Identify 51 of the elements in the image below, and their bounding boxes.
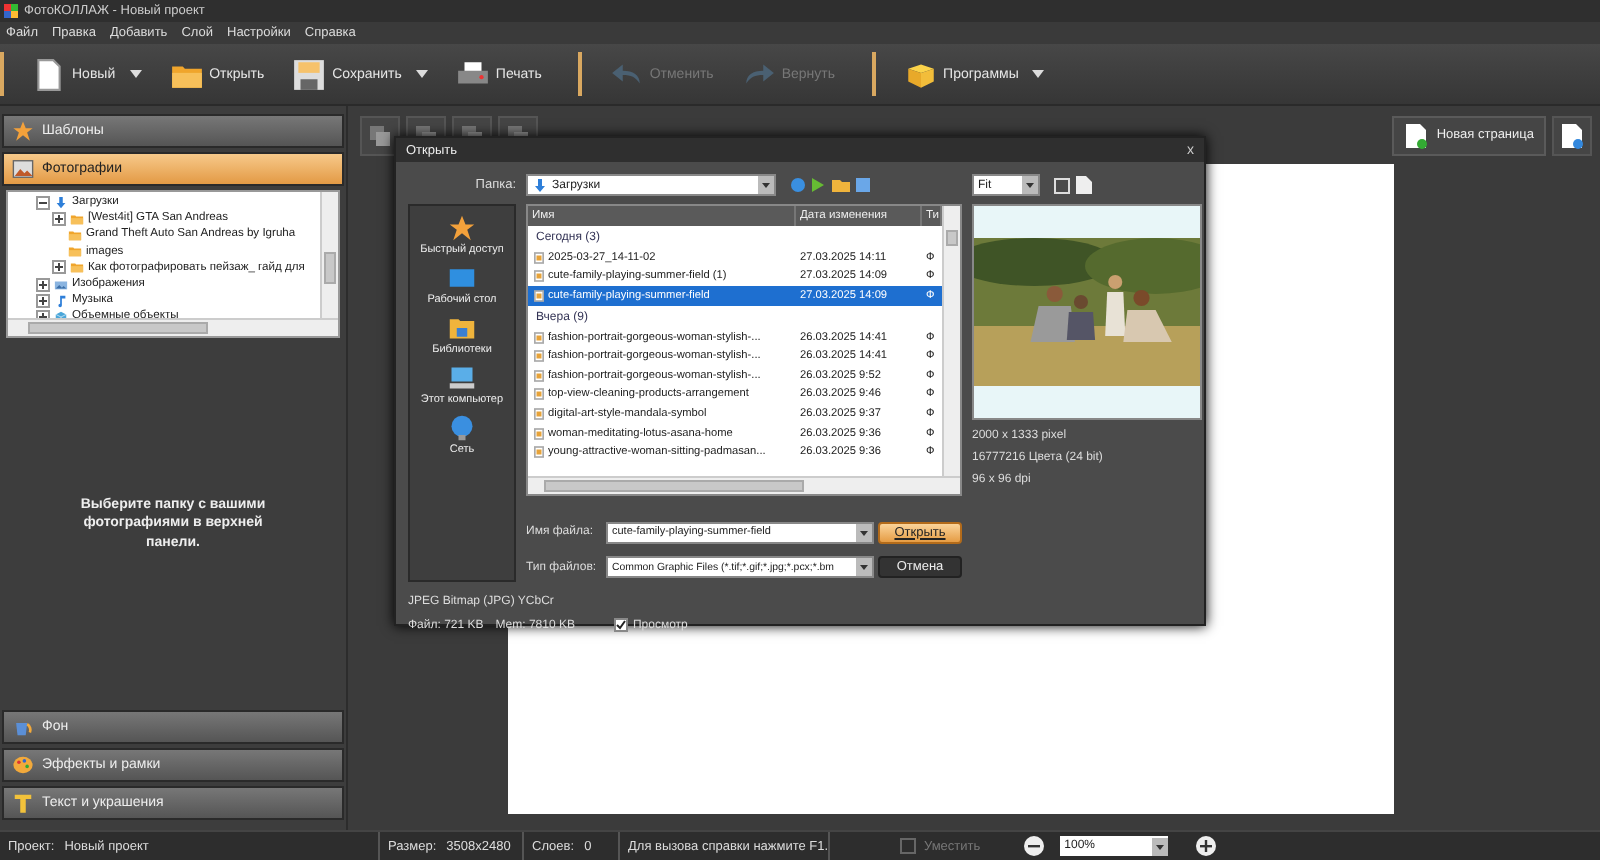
expand-toggle[interactable] <box>52 211 66 226</box>
pictures-folder-icon <box>54 277 68 292</box>
page-settings-button[interactable] <box>1552 115 1592 155</box>
minus-icon <box>1028 840 1041 852</box>
caret-icon <box>129 70 142 78</box>
image-file-icon <box>534 407 544 420</box>
layers-icon <box>368 123 392 147</box>
expand-toggle[interactable] <box>36 277 50 292</box>
zoom-in-button[interactable] <box>1196 836 1217 856</box>
zoom-out-button[interactable] <box>1024 836 1045 856</box>
library-folder-icon <box>448 314 476 342</box>
caret-icon <box>415 70 428 78</box>
page-add-icon <box>1404 121 1429 149</box>
document-icon <box>1076 176 1092 194</box>
preview-checkbox[interactable] <box>614 618 629 632</box>
image-file-icon <box>534 350 544 363</box>
letter-t-icon <box>12 792 34 814</box>
photo-icon <box>12 158 34 180</box>
floppy-icon <box>292 57 327 91</box>
document-icon <box>32 57 66 91</box>
image-file-icon <box>534 289 544 302</box>
image-file-icon <box>534 251 544 264</box>
image-file-icon <box>534 369 544 382</box>
star-icon <box>448 214 476 242</box>
layer-tool-button[interactable] <box>360 115 400 155</box>
image-file-icon <box>534 446 544 459</box>
horizontal-scrollbar[interactable] <box>8 318 338 336</box>
image-file-icon <box>534 388 544 401</box>
horizontal-scrollbar[interactable] <box>528 476 960 494</box>
palette-icon <box>12 754 34 776</box>
download-arrow-icon <box>54 195 68 210</box>
image-file-icon <box>534 270 544 283</box>
computer-icon <box>447 364 476 392</box>
network-globe-icon <box>448 414 476 442</box>
image-file-icon <box>534 331 544 344</box>
plus-icon <box>1200 840 1213 852</box>
vertical-scrollbar[interactable] <box>942 206 960 476</box>
fit-icon <box>900 838 916 854</box>
caret-icon <box>1032 70 1045 78</box>
actual-size-icon <box>1054 177 1070 193</box>
expand-toggle[interactable] <box>36 293 50 308</box>
page-icon <box>1560 121 1584 149</box>
music-note-icon <box>54 293 68 308</box>
image-file-icon <box>534 427 544 440</box>
download-arrow-icon <box>532 177 548 193</box>
expand-toggle[interactable] <box>52 260 66 275</box>
collapse-toggle[interactable] <box>36 195 50 210</box>
app-logo-icon <box>4 4 18 18</box>
desktop-icon <box>448 264 476 292</box>
star-icon <box>12 120 34 142</box>
vertical-scrollbar[interactable] <box>320 192 338 318</box>
